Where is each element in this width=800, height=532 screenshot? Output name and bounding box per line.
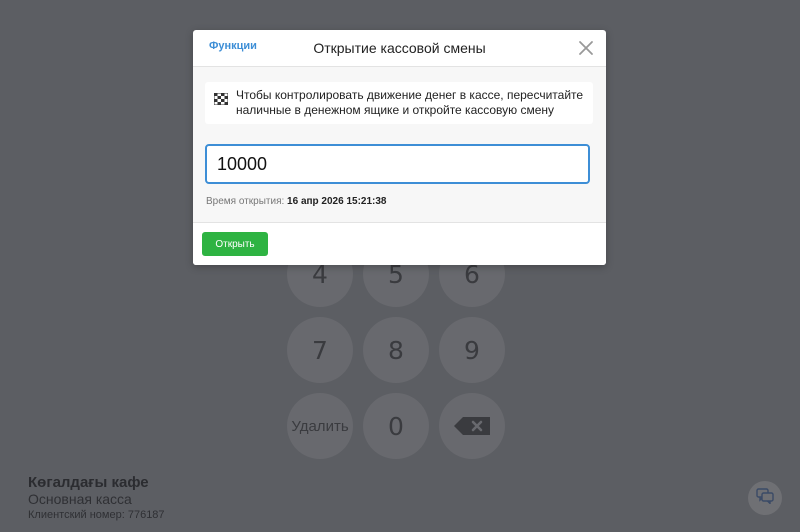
- dialog-header: Функции Открытие кассовой смены: [193, 30, 606, 67]
- backspace-icon: [454, 417, 490, 435]
- open-time-label: Время открытия:: [206, 196, 288, 207]
- open-time-value: 16 апр 2026 15:21:38: [287, 196, 387, 207]
- keypad-backspace-button[interactable]: [439, 393, 505, 459]
- client-number: Клиентский номер: 776187: [28, 509, 165, 521]
- company-name: Көгалдағы кафе: [28, 474, 149, 491]
- info-text: Чтобы контролировать движение денег в ка…: [236, 88, 584, 117]
- keypad-key-0[interactable]: 0: [363, 393, 429, 459]
- info-box: Чтобы контролировать движение денег в ка…: [205, 82, 593, 124]
- open-time: Время открытия: 16 апр 2026 15:21:38: [206, 196, 387, 207]
- open-shift-dialog: Функции Открытие кассовой смены Чтобы ко…: [193, 30, 606, 265]
- keypad-key-8[interactable]: 8: [363, 317, 429, 383]
- open-shift-button[interactable]: Открыть: [202, 232, 268, 256]
- company-info: Көгалдағы кафе Основная касса Клиентский…: [28, 474, 165, 522]
- cash-amount-input[interactable]: [205, 144, 590, 184]
- keypad-delete-button[interactable]: Удалить: [287, 393, 353, 459]
- close-icon: [579, 41, 593, 55]
- chat-icon: [756, 487, 774, 509]
- dialog-body: Чтобы контролировать движение денег в ка…: [193, 67, 606, 222]
- chat-button[interactable]: [748, 481, 782, 515]
- checkered-flag-icon: [213, 92, 229, 106]
- dialog-title: Открытие кассовой смены: [313, 40, 486, 56]
- keypad-key-7[interactable]: 7: [287, 317, 353, 383]
- keypad-key-9[interactable]: 9: [439, 317, 505, 383]
- dialog-footer: Открыть: [193, 222, 606, 265]
- register-name: Основная касса: [28, 491, 132, 507]
- close-button[interactable]: [578, 40, 594, 56]
